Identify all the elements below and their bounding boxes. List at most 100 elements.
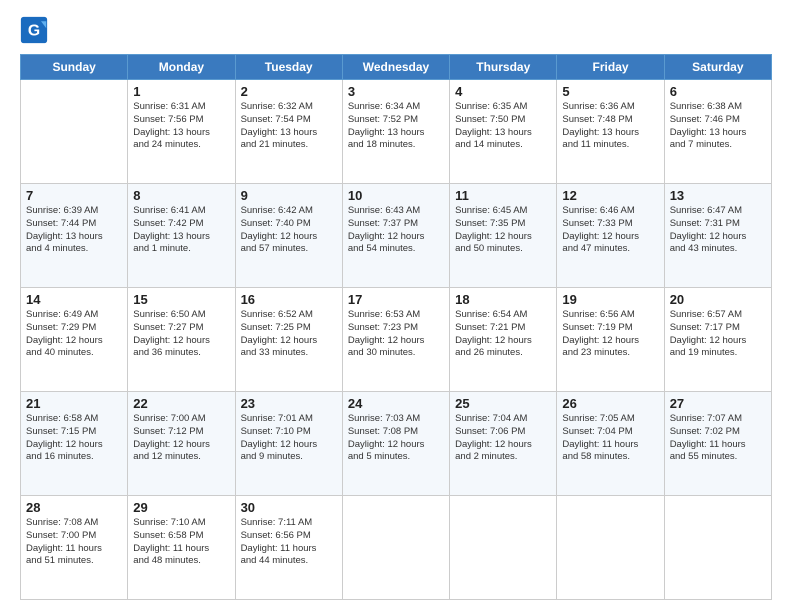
calendar-cell xyxy=(557,496,664,600)
day-info: Sunrise: 6:34 AM Sunset: 7:52 PM Dayligh… xyxy=(348,101,444,152)
calendar-cell xyxy=(664,496,771,600)
calendar-day-header: Monday xyxy=(128,55,235,80)
calendar-day-header: Wednesday xyxy=(342,55,449,80)
day-number: 11 xyxy=(455,188,551,203)
calendar-cell xyxy=(450,496,557,600)
page-header: G xyxy=(20,16,772,44)
calendar-day-header: Saturday xyxy=(664,55,771,80)
calendar-cell: 7 Sunrise: 6:39 AM Sunset: 7:44 PM Daylig… xyxy=(21,184,128,288)
calendar-cell: 15 Sunrise: 6:50 AM Sunset: 7:27 PM Dayli… xyxy=(128,288,235,392)
calendar-cell xyxy=(342,496,449,600)
day-info: Sunrise: 6:43 AM Sunset: 7:37 PM Dayligh… xyxy=(348,205,444,256)
day-number: 3 xyxy=(348,84,444,99)
svg-text:G: G xyxy=(28,22,40,39)
day-number: 5 xyxy=(562,84,658,99)
calendar-cell: 24 Sunrise: 7:03 AM Sunset: 7:08 PM Dayli… xyxy=(342,392,449,496)
day-info: Sunrise: 6:39 AM Sunset: 7:44 PM Dayligh… xyxy=(26,205,122,256)
day-number: 26 xyxy=(562,396,658,411)
day-number: 7 xyxy=(26,188,122,203)
day-number: 22 xyxy=(133,396,229,411)
calendar-cell: 22 Sunrise: 7:00 AM Sunset: 7:12 PM Dayli… xyxy=(128,392,235,496)
calendar-cell: 28 Sunrise: 7:08 AM Sunset: 7:00 PM Dayli… xyxy=(21,496,128,600)
calendar-week-row: 14 Sunrise: 6:49 AM Sunset: 7:29 PM Dayli… xyxy=(21,288,772,392)
day-info: Sunrise: 6:42 AM Sunset: 7:40 PM Dayligh… xyxy=(241,205,337,256)
calendar-cell xyxy=(21,80,128,184)
day-info: Sunrise: 7:03 AM Sunset: 7:08 PM Dayligh… xyxy=(348,413,444,464)
day-info: Sunrise: 7:08 AM Sunset: 7:00 PM Dayligh… xyxy=(26,517,122,568)
calendar-cell: 21 Sunrise: 6:58 AM Sunset: 7:15 PM Dayli… xyxy=(21,392,128,496)
calendar-cell: 13 Sunrise: 6:47 AM Sunset: 7:31 PM Dayli… xyxy=(664,184,771,288)
day-info: Sunrise: 7:01 AM Sunset: 7:10 PM Dayligh… xyxy=(241,413,337,464)
day-number: 17 xyxy=(348,292,444,307)
calendar-cell: 29Sunrise: 7:10 AM Sunset: 6:58 PM Dayli… xyxy=(128,496,235,600)
day-number: 27 xyxy=(670,396,766,411)
calendar-cell: 2 Sunrise: 6:32 AM Sunset: 7:54 PM Daylig… xyxy=(235,80,342,184)
day-info: Sunrise: 6:47 AM Sunset: 7:31 PM Dayligh… xyxy=(670,205,766,256)
day-number: 19 xyxy=(562,292,658,307)
day-number: 2 xyxy=(241,84,337,99)
calendar-cell: 5Sunrise: 6:36 AM Sunset: 7:48 PM Daylig… xyxy=(557,80,664,184)
calendar-day-header: Tuesday xyxy=(235,55,342,80)
day-info: Sunrise: 7:04 AM Sunset: 7:06 PM Dayligh… xyxy=(455,413,551,464)
day-info: Sunrise: 6:50 AM Sunset: 7:27 PM Dayligh… xyxy=(133,309,229,360)
day-info: Sunrise: 6:57 AM Sunset: 7:17 PM Dayligh… xyxy=(670,309,766,360)
day-info: Sunrise: 6:52 AM Sunset: 7:25 PM Dayligh… xyxy=(241,309,337,360)
logo: G xyxy=(20,16,52,44)
day-info: Sunrise: 7:00 AM Sunset: 7:12 PM Dayligh… xyxy=(133,413,229,464)
day-info: Sunrise: 7:05 AM Sunset: 7:04 PM Dayligh… xyxy=(562,413,658,464)
day-number: 8 xyxy=(133,188,229,203)
day-info: Sunrise: 6:35 AM Sunset: 7:50 PM Dayligh… xyxy=(455,101,551,152)
day-number: 1 xyxy=(133,84,229,99)
day-number: 21 xyxy=(26,396,122,411)
calendar-cell: 3 Sunrise: 6:34 AM Sunset: 7:52 PM Daylig… xyxy=(342,80,449,184)
day-info: Sunrise: 6:32 AM Sunset: 7:54 PM Dayligh… xyxy=(241,101,337,152)
calendar-day-header: Friday xyxy=(557,55,664,80)
day-number: 20 xyxy=(670,292,766,307)
calendar-week-row: 28 Sunrise: 7:08 AM Sunset: 7:00 PM Dayli… xyxy=(21,496,772,600)
calendar-cell: 11 Sunrise: 6:45 AM Sunset: 7:35 PM Dayli… xyxy=(450,184,557,288)
day-number: 15 xyxy=(133,292,229,307)
day-info: Sunrise: 6:41 AM Sunset: 7:42 PM Dayligh… xyxy=(133,205,229,256)
calendar-week-row: 7 Sunrise: 6:39 AM Sunset: 7:44 PM Daylig… xyxy=(21,184,772,288)
day-info: Sunrise: 6:46 AM Sunset: 7:33 PM Dayligh… xyxy=(562,205,658,256)
calendar-cell: 8 Sunrise: 6:41 AM Sunset: 7:42 PM Daylig… xyxy=(128,184,235,288)
day-info: Sunrise: 6:54 AM Sunset: 7:21 PM Dayligh… xyxy=(455,309,551,360)
calendar-week-row: 1 Sunrise: 6:31 AM Sunset: 7:56 PM Daylig… xyxy=(21,80,772,184)
day-number: 14 xyxy=(26,292,122,307)
day-number: 30 xyxy=(241,500,337,515)
calendar-header-row: SundayMondayTuesdayWednesdayThursdayFrid… xyxy=(21,55,772,80)
calendar-cell: 27 Sunrise: 7:07 AM Sunset: 7:02 PM Dayli… xyxy=(664,392,771,496)
day-number: 25 xyxy=(455,396,551,411)
calendar-cell: 16Sunrise: 6:52 AM Sunset: 7:25 PM Dayli… xyxy=(235,288,342,392)
calendar-cell: 12 Sunrise: 6:46 AM Sunset: 7:33 PM Dayli… xyxy=(557,184,664,288)
calendar-table: SundayMondayTuesdayWednesdayThursdayFrid… xyxy=(20,54,772,600)
day-info: Sunrise: 6:45 AM Sunset: 7:35 PM Dayligh… xyxy=(455,205,551,256)
day-number: 9 xyxy=(241,188,337,203)
calendar-cell: 10 Sunrise: 6:43 AM Sunset: 7:37 PM Dayli… xyxy=(342,184,449,288)
day-info: Sunrise: 6:53 AM Sunset: 7:23 PM Dayligh… xyxy=(348,309,444,360)
day-info: Sunrise: 7:11 AM Sunset: 6:56 PM Dayligh… xyxy=(241,517,337,568)
day-number: 10 xyxy=(348,188,444,203)
day-info: Sunrise: 6:31 AM Sunset: 7:56 PM Dayligh… xyxy=(133,101,229,152)
day-number: 13 xyxy=(670,188,766,203)
calendar-cell: 18 Sunrise: 6:54 AM Sunset: 7:21 PM Dayli… xyxy=(450,288,557,392)
calendar-day-header: Sunday xyxy=(21,55,128,80)
day-info: Sunrise: 6:58 AM Sunset: 7:15 PM Dayligh… xyxy=(26,413,122,464)
logo-icon: G xyxy=(20,16,48,44)
day-info: Sunrise: 7:10 AM Sunset: 6:58 PM Dayligh… xyxy=(133,517,229,568)
day-number: 4 xyxy=(455,84,551,99)
calendar-cell: 4 Sunrise: 6:35 AM Sunset: 7:50 PM Daylig… xyxy=(450,80,557,184)
day-number: 28 xyxy=(26,500,122,515)
calendar-cell: 30 Sunrise: 7:11 AM Sunset: 6:56 PM Dayli… xyxy=(235,496,342,600)
day-info: Sunrise: 6:56 AM Sunset: 7:19 PM Dayligh… xyxy=(562,309,658,360)
calendar-week-row: 21 Sunrise: 6:58 AM Sunset: 7:15 PM Dayli… xyxy=(21,392,772,496)
day-number: 18 xyxy=(455,292,551,307)
day-info: Sunrise: 6:49 AM Sunset: 7:29 PM Dayligh… xyxy=(26,309,122,360)
day-number: 12 xyxy=(562,188,658,203)
day-info: Sunrise: 6:38 AM Sunset: 7:46 PM Dayligh… xyxy=(670,101,766,152)
day-number: 24 xyxy=(348,396,444,411)
calendar-cell: 1 Sunrise: 6:31 AM Sunset: 7:56 PM Daylig… xyxy=(128,80,235,184)
day-info: Sunrise: 7:07 AM Sunset: 7:02 PM Dayligh… xyxy=(670,413,766,464)
day-number: 23 xyxy=(241,396,337,411)
calendar-cell: 17 Sunrise: 6:53 AM Sunset: 7:23 PM Dayli… xyxy=(342,288,449,392)
